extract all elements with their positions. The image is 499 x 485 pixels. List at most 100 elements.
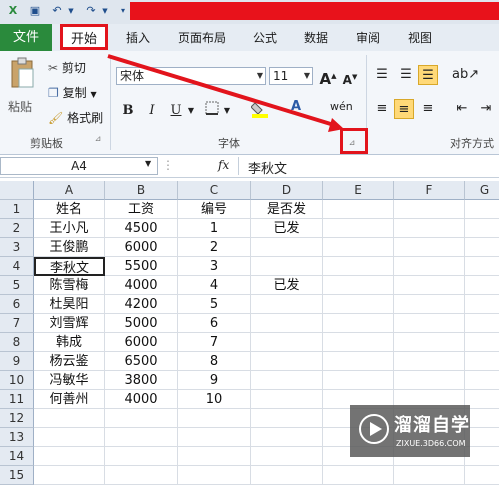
column-header-d[interactable]: D	[251, 181, 323, 200]
underline-button[interactable]: U	[166, 101, 186, 121]
cell-g2[interactable]	[465, 219, 499, 238]
align-middle-icon[interactable]: ☰	[396, 65, 416, 85]
cell-c14[interactable]	[178, 447, 251, 466]
cell-b15[interactable]	[105, 466, 178, 485]
column-header-a[interactable]: A	[34, 181, 105, 200]
cell-f3[interactable]	[394, 238, 465, 257]
cell-c1[interactable]: 编号	[178, 200, 251, 219]
bold-button[interactable]: B	[118, 101, 138, 121]
cell-c15[interactable]	[178, 466, 251, 485]
cell-g3[interactable]	[465, 238, 499, 257]
italic-button[interactable]: I	[142, 101, 162, 121]
cell-d7[interactable]	[251, 314, 323, 333]
formula-bar-grip-icon[interactable]: ⋮	[162, 158, 174, 172]
cell-b7[interactable]: 5000	[105, 314, 178, 333]
font-size-combo[interactable]: 11 ▼	[269, 67, 313, 85]
align-left-icon[interactable]: ≡	[372, 99, 392, 119]
increase-indent-icon[interactable]: ⇥	[476, 99, 496, 119]
cell-b8[interactable]: 6000	[105, 333, 178, 352]
cell-b2[interactable]: 4500	[105, 219, 178, 238]
cell-b12[interactable]	[105, 409, 178, 428]
cell-f1[interactable]	[394, 200, 465, 219]
cell-d4[interactable]	[251, 257, 323, 276]
clipboard-launcher-icon[interactable]: ⊿	[92, 133, 104, 145]
borders-icon[interactable]	[202, 101, 222, 121]
cell-d10[interactable]	[251, 371, 323, 390]
tab-page-layout[interactable]: 页面布局	[172, 27, 232, 49]
cell-c4[interactable]: 3	[178, 257, 251, 276]
cell-g6[interactable]	[465, 295, 499, 314]
cell-f8[interactable]	[394, 333, 465, 352]
cell-a3[interactable]: 王俊鹏	[34, 238, 105, 257]
row-header-14[interactable]: 14	[0, 447, 34, 466]
cut-button[interactable]: ✂ 剪切	[48, 59, 86, 76]
cell-g11[interactable]	[465, 390, 499, 409]
cell-f2[interactable]	[394, 219, 465, 238]
cell-g10[interactable]	[465, 371, 499, 390]
cell-a10[interactable]: 冯敏华	[34, 371, 105, 390]
cell-e1[interactable]	[323, 200, 394, 219]
cell-a8[interactable]: 韩成	[34, 333, 105, 352]
cell-c3[interactable]: 2	[178, 238, 251, 257]
cell-d2[interactable]: 已发	[251, 219, 323, 238]
fill-color-icon[interactable]	[250, 99, 270, 119]
tab-formulas[interactable]: 公式	[247, 27, 283, 49]
cell-d11[interactable]	[251, 390, 323, 409]
cell-f9[interactable]	[394, 352, 465, 371]
decrease-indent-icon[interactable]: ⇤	[452, 99, 472, 119]
cell-c12[interactable]	[178, 409, 251, 428]
row-header-8[interactable]: 8	[0, 333, 34, 352]
column-header-g[interactable]: G	[465, 181, 499, 200]
cell-g13[interactable]	[465, 428, 499, 447]
redo-icon[interactable]: ↷	[84, 4, 98, 18]
cell-f10[interactable]	[394, 371, 465, 390]
name-box[interactable]: A4	[0, 157, 158, 175]
row-header-9[interactable]: 9	[0, 352, 34, 371]
font-name-combo[interactable]: 宋体 ▼	[116, 67, 266, 85]
cell-g7[interactable]	[465, 314, 499, 333]
cell-a14[interactable]	[34, 447, 105, 466]
undo-icon[interactable]: ↶	[50, 4, 64, 18]
align-top-icon[interactable]: ☰	[372, 65, 392, 85]
cell-f4[interactable]	[394, 257, 465, 276]
tab-home[interactable]: 开始	[60, 24, 108, 50]
cell-c11[interactable]: 10	[178, 390, 251, 409]
copy-button[interactable]: ❐ 复制 ▼	[48, 84, 97, 101]
cell-b9[interactable]: 6500	[105, 352, 178, 371]
cell-a13[interactable]	[34, 428, 105, 447]
cell-d9[interactable]	[251, 352, 323, 371]
column-header-b[interactable]: B	[105, 181, 178, 200]
tab-review[interactable]: 审阅	[350, 27, 386, 49]
cell-d15[interactable]	[251, 466, 323, 485]
cell-c8[interactable]: 7	[178, 333, 251, 352]
row-header-7[interactable]: 7	[0, 314, 34, 333]
cell-g8[interactable]	[465, 333, 499, 352]
insert-function-icon[interactable]: fx	[218, 158, 229, 172]
cell-e15[interactable]	[323, 466, 394, 485]
cell-f7[interactable]	[394, 314, 465, 333]
row-header-6[interactable]: 6	[0, 295, 34, 314]
cell-e8[interactable]	[323, 333, 394, 352]
cell-c5[interactable]: 4	[178, 276, 251, 295]
row-header-3[interactable]: 3	[0, 238, 34, 257]
cell-e6[interactable]	[323, 295, 394, 314]
grow-font-button[interactable]: A▲	[318, 66, 338, 88]
borders-dropdown-icon[interactable]: ▼	[222, 101, 232, 121]
cell-f5[interactable]	[394, 276, 465, 295]
cell-c13[interactable]	[178, 428, 251, 447]
cell-b1[interactable]: 工资	[105, 200, 178, 219]
cell-b3[interactable]: 6000	[105, 238, 178, 257]
cell-g5[interactable]	[465, 276, 499, 295]
column-header-f[interactable]: F	[394, 181, 465, 200]
cell-f6[interactable]	[394, 295, 465, 314]
select-all-corner[interactable]	[0, 181, 34, 200]
phonetic-guide-icon[interactable]: wén	[330, 97, 353, 117]
cell-a7[interactable]: 刘雪辉	[34, 314, 105, 333]
row-header-1[interactable]: 1	[0, 200, 34, 219]
cell-b6[interactable]: 4200	[105, 295, 178, 314]
row-header-12[interactable]: 12	[0, 409, 34, 428]
cell-c9[interactable]: 8	[178, 352, 251, 371]
tab-insert[interactable]: 插入	[118, 27, 158, 49]
row-header-10[interactable]: 10	[0, 371, 34, 390]
row-header-15[interactable]: 15	[0, 466, 34, 485]
